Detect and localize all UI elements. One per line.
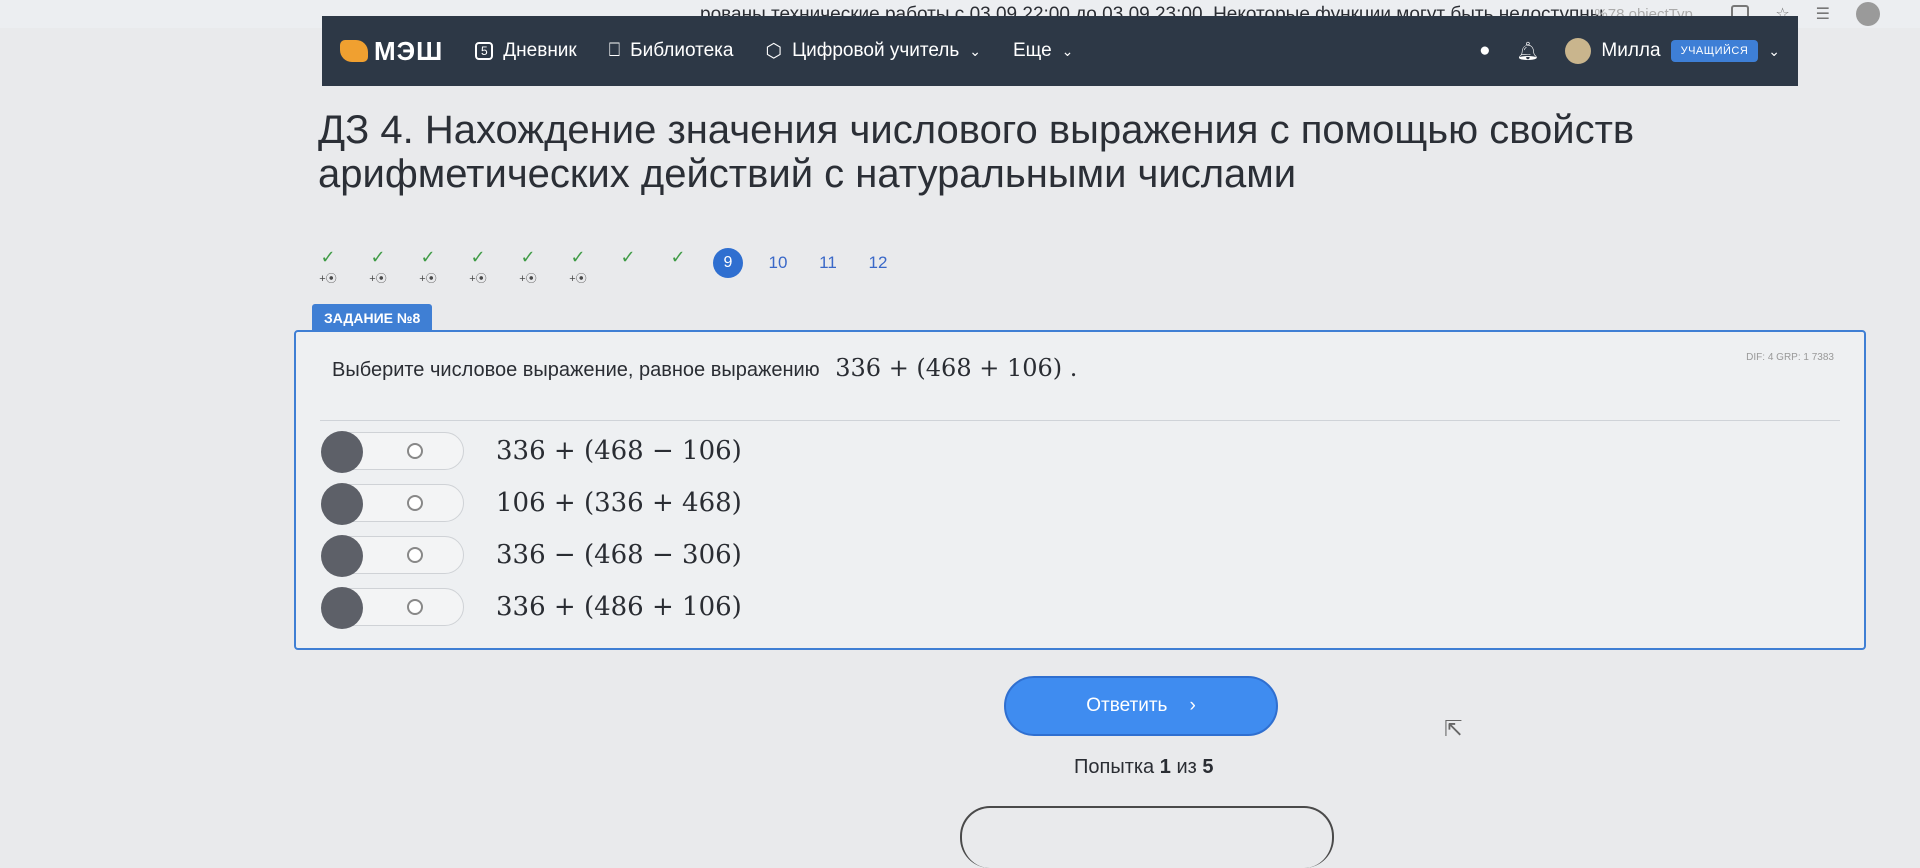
step-7[interactable]: ✓	[612, 248, 644, 266]
nav-item-diary[interactable]: 5 Дневник	[475, 40, 577, 62]
option-toggle[interactable]	[321, 587, 464, 629]
logo-icon	[340, 40, 368, 62]
video-marker: +⦿	[419, 273, 437, 285]
toggle-knob	[321, 431, 363, 473]
avatar	[1565, 38, 1592, 64]
attempt-counter: Попытка 1 из 5	[1074, 756, 1213, 779]
bell-icon[interactable]: 🔔︎	[1517, 41, 1540, 62]
nav-right: ● 🔔︎ Милла УЧАЩИЙСЯ ⌄	[1479, 38, 1780, 64]
cube-icon: ⬡	[765, 40, 783, 62]
answer-option-4[interactable]: 336 + (486 + 106)	[321, 587, 742, 629]
divider	[320, 420, 1840, 421]
check-icon: ✓	[320, 247, 336, 267]
question-label: Выберите числовое выражение, равное выра…	[332, 359, 820, 381]
option-expression: 336 + (486 + 106)	[496, 592, 742, 622]
favorites-icon[interactable]: ☰	[1816, 4, 1830, 24]
logo-text: МЭШ	[374, 35, 444, 66]
browser-profile-icon[interactable]	[1856, 2, 1880, 26]
toggle-knob	[321, 587, 363, 629]
attempt-current: 1	[1159, 756, 1171, 778]
option-expression: 336 + (468 − 106)	[496, 436, 742, 466]
radio-icon	[407, 443, 423, 459]
bookmark-icon: ⎕	[608, 40, 621, 61]
step-number: 10	[768, 253, 788, 272]
video-marker: +⦿	[469, 273, 487, 285]
task-badge: ЗАДАНИЕ №8	[312, 304, 433, 332]
step-1[interactable]: ✓ +⦿	[312, 248, 344, 286]
step-8[interactable]: ✓	[662, 248, 694, 266]
step-4[interactable]: ✓ +⦿	[462, 248, 494, 286]
option-expression: 106 + (336 + 468)	[496, 488, 742, 518]
step-10[interactable]: 10	[762, 248, 794, 273]
attempt-mid: из	[1176, 756, 1197, 778]
option-toggle[interactable]	[321, 483, 464, 525]
mesh-logo[interactable]: МЭШ	[340, 36, 443, 67]
answer-label: Ответить	[1086, 695, 1168, 716]
video-marker: +⦿	[569, 273, 587, 285]
step-2[interactable]: ✓ +⦿	[362, 248, 394, 286]
step-number: 9	[713, 248, 743, 278]
answer-option-2[interactable]: 106 + (336 + 468)	[321, 483, 742, 525]
question-text: Выберите числовое выражение, равное выра…	[332, 354, 1077, 382]
step-11[interactable]: 11	[812, 248, 844, 273]
nav-item-label: Библиотека	[630, 40, 734, 61]
option-expression: 336 − (468 − 306)	[496, 540, 742, 570]
top-navbar: МЭШ 5 Дневник ⎕ Библиотека ⬡ Цифровой уч…	[322, 16, 1798, 86]
step-12[interactable]: 12	[862, 248, 894, 273]
step-number: 11	[819, 253, 837, 272]
answer-option-3[interactable]: 336 − (468 − 306)	[321, 535, 742, 577]
nav-item-label: Цифровой учитель	[792, 40, 960, 61]
check-icon: ✓	[570, 247, 586, 267]
check-icon: ✓	[470, 247, 486, 267]
radio-icon	[407, 495, 423, 511]
role-badge: УЧАЩИЙСЯ	[1670, 40, 1759, 62]
nav-item-digital-teacher[interactable]: ⬡ Цифровой учитель ⌄	[765, 40, 981, 63]
step-5[interactable]: ✓ +⦿	[512, 248, 544, 286]
toggle-knob	[321, 535, 363, 577]
option-toggle[interactable]	[321, 431, 464, 473]
video-marker: +⦿	[369, 273, 387, 285]
video-marker: +⦿	[519, 273, 537, 285]
nav-item-library[interactable]: ⎕ Библиотека	[609, 40, 734, 62]
nav-item-label: Дневник	[503, 40, 577, 61]
check-icon: ✓	[420, 247, 436, 267]
chevron-down-icon: ⌄	[1061, 42, 1074, 59]
step-6[interactable]: ✓ +⦿	[562, 248, 594, 286]
step-3[interactable]: ✓ +⦿	[412, 248, 444, 286]
nav-item-more[interactable]: Еще ⌄	[1013, 40, 1073, 62]
task-card: DIF: 4 GRP: 1 7383 Выберите числовое выр…	[294, 330, 1866, 650]
diary-icon: 5	[475, 42, 494, 60]
task-steps: ✓ +⦿ ✓ +⦿ ✓ +⦿ ✓ +⦿ ✓ +⦿ ✓ +⦿ ✓ ✓ 9 10 11 12	[312, 248, 894, 286]
chevron-right-icon: ›	[1189, 695, 1196, 716]
check-icon: ✓	[370, 247, 386, 267]
check-icon: ✓	[670, 247, 686, 267]
step-number: 12	[868, 253, 888, 272]
attempt-total: 5	[1202, 756, 1214, 778]
step-current[interactable]: 9	[712, 248, 744, 278]
video-marker: +⦿	[319, 273, 337, 285]
radio-icon	[407, 547, 423, 563]
user-name: Милла	[1601, 40, 1661, 61]
secondary-button[interactable]	[960, 806, 1334, 868]
toggle-knob	[321, 483, 363, 525]
mouse-cursor-icon: ⇱	[1444, 716, 1463, 741]
chevron-down-icon: ⌄	[969, 42, 981, 59]
check-icon: ✓	[620, 247, 636, 267]
check-icon: ✓	[520, 247, 536, 267]
nav-item-label: Еще	[1013, 40, 1052, 61]
question-expression: 336 + (468 + 106) .	[835, 354, 1078, 382]
radio-icon	[407, 599, 423, 615]
user-menu[interactable]: Милла УЧАЩИЙСЯ ⌄	[1565, 38, 1780, 64]
page-title: ДЗ 4. Нахождение значения числового выра…	[318, 108, 1635, 196]
attempt-prefix: Попытка	[1074, 756, 1155, 778]
notification-alert-icon[interactable]: ●	[1479, 40, 1490, 62]
chevron-down-icon: ⌄	[1768, 42, 1780, 59]
answer-button[interactable]: Ответить ›	[1004, 676, 1278, 736]
option-toggle[interactable]	[321, 535, 464, 577]
task-meta: DIF: 4 GRP: 1 7383	[1746, 352, 1834, 363]
answer-option-1[interactable]: 336 + (468 − 106)	[321, 431, 742, 473]
